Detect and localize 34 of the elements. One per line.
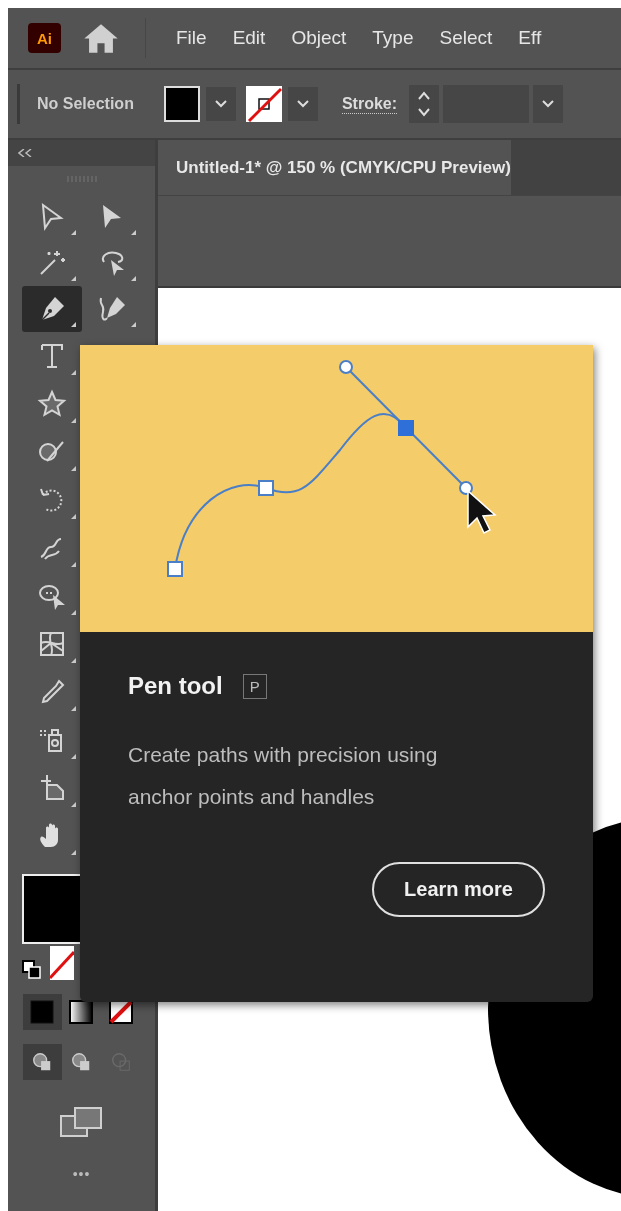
star-icon [36,389,67,419]
solid-color-icon [30,1000,55,1024]
selected-tool-button[interactable] [21,286,82,332]
menu-item[interactable]: Object [291,27,347,49]
menu-item[interactable]: Select [439,27,493,49]
chevron-down-icon[interactable] [533,85,564,123]
learn-more-button[interactable]: Learn more [372,862,545,917]
collapse-icon[interactable] [18,149,32,157]
none-color-icon [108,1000,133,1024]
no-stroke-swatch[interactable] [49,946,74,980]
menu-item[interactable]: File [176,27,207,49]
chevron-down-icon[interactable] [287,87,318,121]
default-colors-icon[interactable] [21,960,42,980]
shortcut-key: P [242,673,267,699]
gradient-icon [69,1000,94,1024]
screen-mode-icon[interactable] [58,1106,105,1138]
fill-swatch[interactable] [163,86,200,122]
menu-item[interactable]: Eff [518,27,542,49]
chevron-down-icon[interactable] [205,87,236,121]
tooltip-title: Pen tool [128,672,223,700]
no-stroke-swatch[interactable] [245,86,282,122]
selection-label: No Selection [37,95,134,113]
color-mode-button[interactable] [22,994,62,1030]
more-tools-button[interactable]: ••• [72,1166,91,1182]
app-logo[interactable]: Ai [28,23,61,53]
stroke-label[interactable]: Stroke: [341,94,398,114]
menu-item[interactable]: Edit [232,27,266,49]
tooltip-description: Create paths with precision using anchor points and handles [128,742,439,810]
spinner-arrows-icon[interactable] [409,85,440,123]
document-tab[interactable]: Untitled-1* @ 150 % (CMYK/CPU Preview) [158,140,511,195]
draw-mode-icon [109,1051,132,1073]
draw-mode-button[interactable] [22,1044,62,1080]
menu-item[interactable]: Type [372,27,414,49]
home-icon[interactable] [83,22,119,54]
